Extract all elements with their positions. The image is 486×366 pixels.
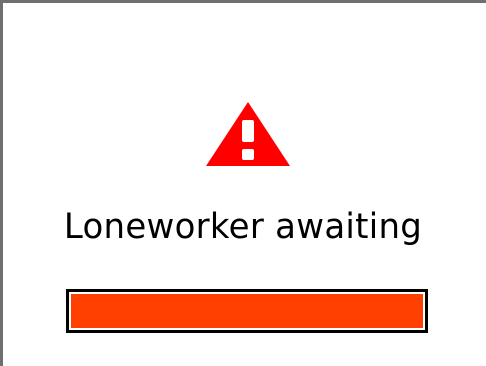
warning-triangle-icon [206, 102, 290, 166]
status-message: Loneworker awaiting [63, 207, 423, 247]
progress-bar-fill [71, 294, 423, 328]
progress-bar [66, 289, 428, 333]
